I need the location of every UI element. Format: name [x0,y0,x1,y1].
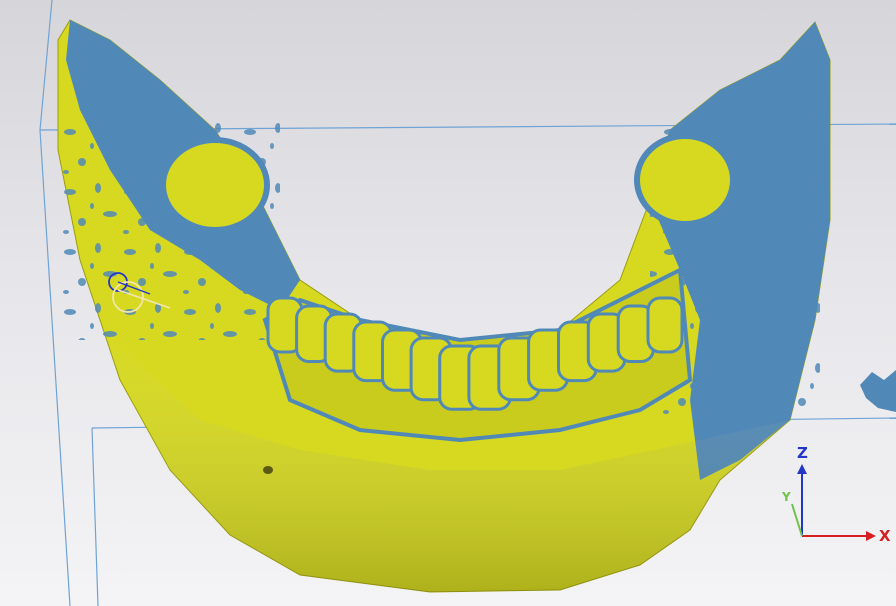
y-axis-line [791,503,803,537]
x-axis-label: X [879,527,891,545]
z-axis-arrow [797,464,807,474]
mandible-scene [39,0,896,606]
scan-fragment [860,370,896,412]
x-axis-arrow [866,531,876,541]
z-axis-label: Z [797,444,808,462]
foramen [263,466,273,474]
tooth [646,296,684,354]
left-condyle [160,137,270,233]
y-axis-label: Y [782,490,791,504]
3d-viewport[interactable]: Z X Y [0,0,896,606]
axis-triad [791,464,876,541]
right-condyle [634,133,736,227]
